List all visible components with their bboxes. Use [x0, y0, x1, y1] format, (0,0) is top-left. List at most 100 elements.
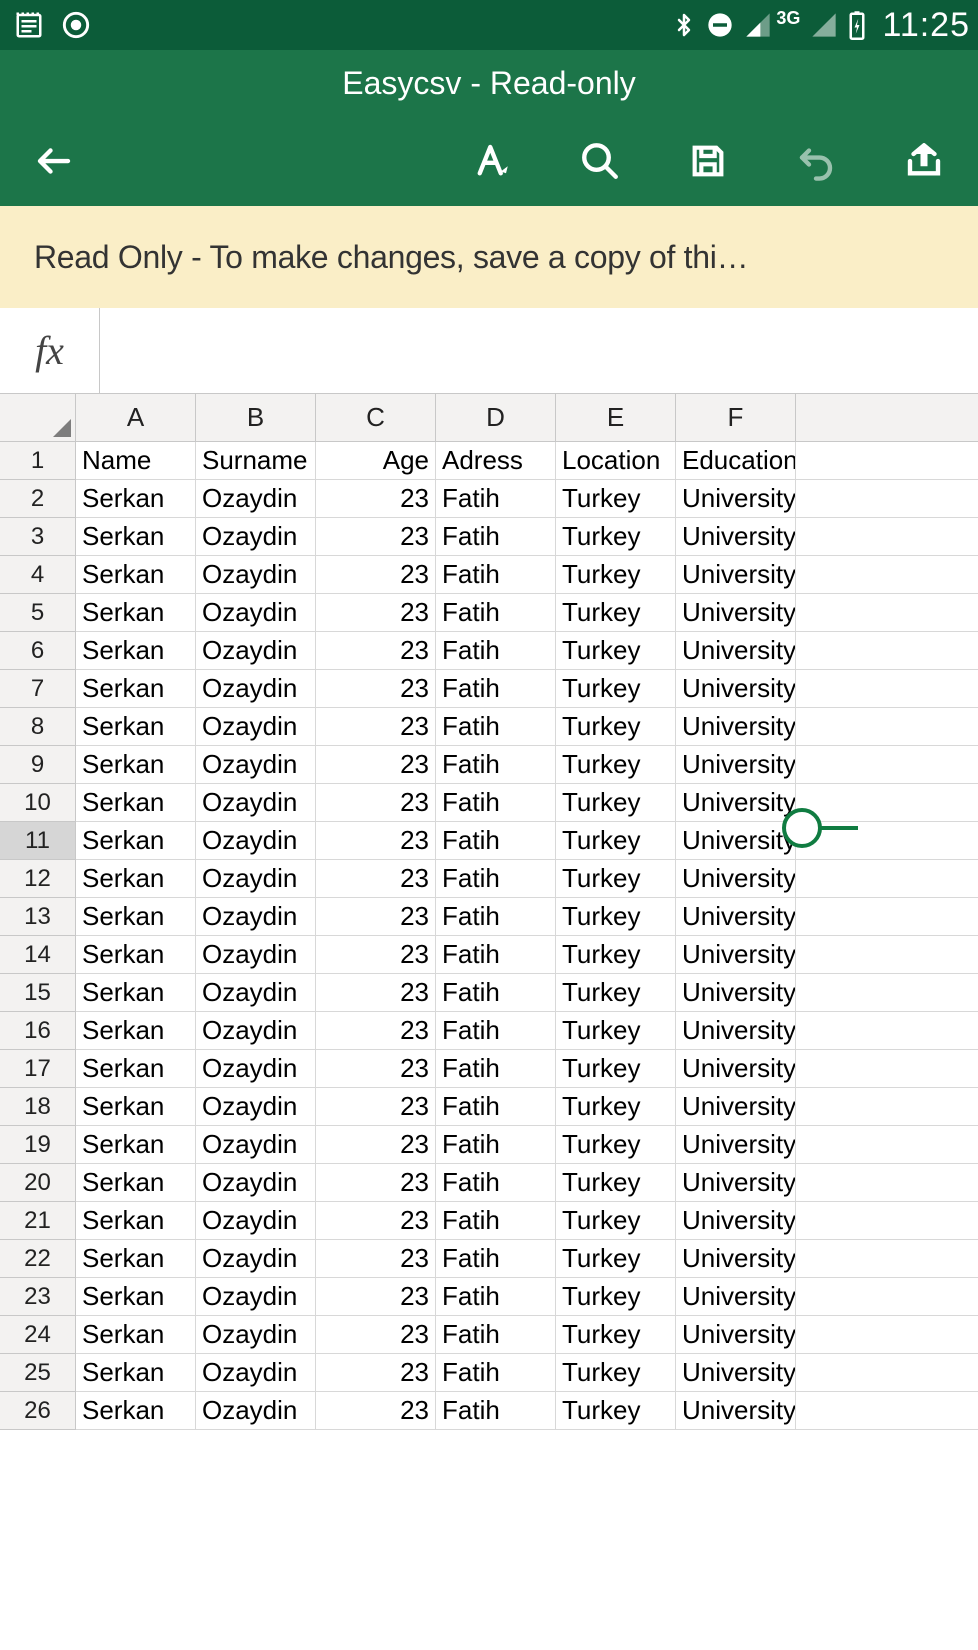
row-header[interactable]: 6 [0, 632, 76, 670]
cell[interactable]: 23 [316, 1050, 436, 1088]
cell[interactable]: Fatih [436, 480, 556, 518]
row-header[interactable]: 17 [0, 1050, 76, 1088]
cell[interactable]: Fatih [436, 670, 556, 708]
cell[interactable]: Fatih [436, 1126, 556, 1164]
cell[interactable]: Ozaydin [196, 1354, 316, 1392]
cell[interactable]: Ozaydin [196, 746, 316, 784]
cell[interactable]: 23 [316, 746, 436, 784]
cell[interactable]: Ozaydin [196, 784, 316, 822]
cell[interactable]: Turkey [556, 1278, 676, 1316]
table-row[interactable]: 5SerkanOzaydin23FatihTurkeyUniversity [0, 594, 978, 632]
table-row[interactable]: 16SerkanOzaydin23FatihTurkeyUniversity [0, 1012, 978, 1050]
cell[interactable] [796, 1202, 978, 1240]
cell[interactable]: Serkan [76, 822, 196, 860]
row-header[interactable]: 7 [0, 670, 76, 708]
row-header[interactable]: 9 [0, 746, 76, 784]
font-format-button[interactable] [468, 137, 516, 185]
table-row[interactable]: 24SerkanOzaydin23FatihTurkeyUniversity [0, 1316, 978, 1354]
cell[interactable]: 23 [316, 1316, 436, 1354]
cell[interactable]: Turkey [556, 746, 676, 784]
row-header[interactable]: 18 [0, 1088, 76, 1126]
cell[interactable]: Ozaydin [196, 936, 316, 974]
cell[interactable]: Ozaydin [196, 556, 316, 594]
table-row[interactable]: 15SerkanOzaydin23FatihTurkeyUniversity [0, 974, 978, 1012]
cell[interactable]: Ozaydin [196, 480, 316, 518]
cell[interactable]: Location [556, 442, 676, 480]
formula-input[interactable] [100, 308, 978, 393]
table-row[interactable]: 7SerkanOzaydin23FatihTurkeyUniversity [0, 670, 978, 708]
cell[interactable] [796, 442, 978, 480]
cell[interactable]: Serkan [76, 1316, 196, 1354]
cell[interactable]: Serkan [76, 556, 196, 594]
cell[interactable]: Turkey [556, 936, 676, 974]
cell[interactable]: 23 [316, 898, 436, 936]
column-header-E[interactable]: E [556, 394, 676, 442]
table-row[interactable]: 14SerkanOzaydin23FatihTurkeyUniversity [0, 936, 978, 974]
cell[interactable]: Serkan [76, 1354, 196, 1392]
cell[interactable]: University [676, 1354, 796, 1392]
cell[interactable]: Serkan [76, 746, 196, 784]
cell[interactable] [796, 746, 978, 784]
table-row[interactable]: 25SerkanOzaydin23FatihTurkeyUniversity [0, 1354, 978, 1392]
cell[interactable]: Turkey [556, 1126, 676, 1164]
cell[interactable]: Name [76, 442, 196, 480]
row-header[interactable]: 10 [0, 784, 76, 822]
save-button[interactable] [684, 137, 732, 185]
cell[interactable]: University [676, 936, 796, 974]
table-row[interactable]: 6SerkanOzaydin23FatihTurkeyUniversity [0, 632, 978, 670]
cell[interactable]: Turkey [556, 556, 676, 594]
row-header[interactable]: 19 [0, 1126, 76, 1164]
table-row[interactable]: 20SerkanOzaydin23FatihTurkeyUniversity [0, 1164, 978, 1202]
cell[interactable]: University [676, 632, 796, 670]
cell[interactable]: Turkey [556, 708, 676, 746]
cell[interactable] [796, 1088, 978, 1126]
cell[interactable]: Serkan [76, 480, 196, 518]
spreadsheet-grid[interactable]: 1NameSurnameAgeAdressLocationEducation2S… [0, 442, 978, 1430]
cell[interactable]: 23 [316, 1354, 436, 1392]
cell[interactable]: 23 [316, 1202, 436, 1240]
table-row[interactable]: 23SerkanOzaydin23FatihTurkeyUniversity [0, 1278, 978, 1316]
cell[interactable]: Turkey [556, 1164, 676, 1202]
cell[interactable]: 23 [316, 784, 436, 822]
cell[interactable]: University [676, 480, 796, 518]
cell[interactable]: Ozaydin [196, 1392, 316, 1430]
cell[interactable]: Fatih [436, 518, 556, 556]
cell[interactable]: Ozaydin [196, 1050, 316, 1088]
cell[interactable]: Ozaydin [196, 594, 316, 632]
cell[interactable]: University [676, 1126, 796, 1164]
table-row[interactable]: 1NameSurnameAgeAdressLocationEducation [0, 442, 978, 480]
cell[interactable]: University [676, 1012, 796, 1050]
cell[interactable]: Ozaydin [196, 670, 316, 708]
cell[interactable]: Serkan [76, 632, 196, 670]
cell[interactable]: Turkey [556, 518, 676, 556]
cell[interactable]: University [676, 1240, 796, 1278]
column-header-C[interactable]: C [316, 394, 436, 442]
cell[interactable] [796, 670, 978, 708]
cell[interactable]: Serkan [76, 898, 196, 936]
cell[interactable]: Age [316, 442, 436, 480]
row-header[interactable]: 4 [0, 556, 76, 594]
cell[interactable] [796, 860, 978, 898]
cell[interactable]: Fatih [436, 1088, 556, 1126]
cell[interactable]: 23 [316, 1012, 436, 1050]
cell[interactable]: Ozaydin [196, 974, 316, 1012]
row-header[interactable]: 24 [0, 1316, 76, 1354]
table-row[interactable]: 21SerkanOzaydin23FatihTurkeyUniversity [0, 1202, 978, 1240]
cell[interactable]: 23 [316, 822, 436, 860]
cell[interactable] [796, 1354, 978, 1392]
table-row[interactable]: 18SerkanOzaydin23FatihTurkeyUniversity [0, 1088, 978, 1126]
read-only-banner[interactable]: Read Only - To make changes, save a copy… [0, 206, 978, 308]
cell[interactable]: 23 [316, 1126, 436, 1164]
table-row[interactable]: 3SerkanOzaydin23FatihTurkeyUniversity [0, 518, 978, 556]
cell[interactable]: Fatih [436, 936, 556, 974]
cell[interactable]: Serkan [76, 1202, 196, 1240]
row-header[interactable]: 26 [0, 1392, 76, 1430]
cell[interactable]: Turkey [556, 594, 676, 632]
cell[interactable]: Fatih [436, 784, 556, 822]
row-header[interactable]: 8 [0, 708, 76, 746]
cell[interactable] [796, 480, 978, 518]
cell[interactable]: Fatih [436, 974, 556, 1012]
cell[interactable]: University [676, 1202, 796, 1240]
cell[interactable]: Fatih [436, 594, 556, 632]
cell[interactable]: Turkey [556, 860, 676, 898]
